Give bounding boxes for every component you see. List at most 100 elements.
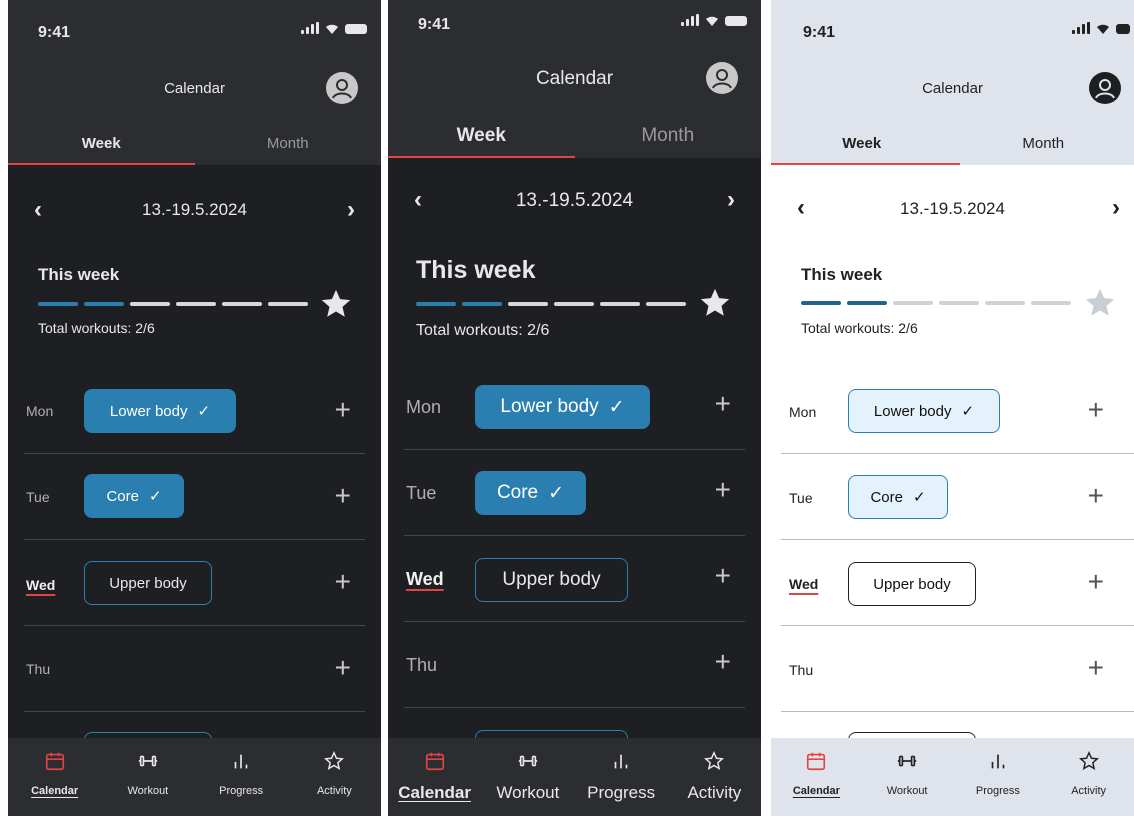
star-icon (698, 286, 732, 320)
day-label: Mon (789, 404, 817, 420)
progress-segment-empty (508, 302, 548, 306)
add-workout-button[interactable]: + (1088, 566, 1104, 598)
tab-week[interactable]: Week (8, 133, 195, 165)
progress-segment-complete (847, 301, 887, 305)
bar-chart-icon (987, 750, 1009, 777)
nav-item-activity[interactable]: Activity (288, 738, 381, 816)
add-workout-button[interactable]: + (715, 388, 731, 420)
workout-button-core[interactable]: Core ✓ (848, 475, 948, 519)
tab-bar: Week Month (8, 133, 381, 165)
nav-item-workout[interactable]: Workout (101, 738, 194, 816)
workout-button-upper-body[interactable]: Upper body (475, 558, 628, 602)
add-workout-button[interactable]: + (715, 474, 731, 506)
day-row-thu: Thu + (771, 626, 1134, 712)
tab-month[interactable]: Month (195, 133, 382, 165)
workout-button-lower-body[interactable]: Lower body ✓ (848, 389, 1000, 433)
progress-segment-empty (176, 302, 216, 306)
signal-icon (681, 14, 699, 26)
calendar-icon (805, 750, 827, 777)
add-workout-button[interactable]: + (715, 560, 731, 592)
add-workout-button[interactable]: + (335, 480, 351, 512)
progress-segment-empty (600, 302, 640, 306)
check-icon: ✓ (548, 482, 565, 504)
top-bar: 9:41 Calendar Week Month (8, 0, 381, 165)
chevron-right-icon[interactable]: › (347, 196, 355, 224)
progress-segment-empty (893, 301, 933, 305)
nav-item-calendar[interactable]: Calendar (8, 738, 101, 816)
nav-item-progress[interactable]: Progress (195, 738, 288, 816)
add-workout-button[interactable]: + (335, 394, 351, 426)
nav-item-calendar[interactable]: Calendar (771, 738, 862, 816)
workout-button-lower-body[interactable]: Lower body ✓ (84, 389, 236, 433)
workout-button-core[interactable]: Core ✓ (84, 474, 184, 518)
add-workout-button[interactable]: + (335, 566, 351, 598)
user-avatar-icon[interactable] (1089, 72, 1121, 104)
this-week-heading: This week (801, 265, 883, 284)
nav-label: Workout (496, 783, 560, 802)
tab-month[interactable]: Month (575, 124, 762, 158)
nav-label: Workout (127, 785, 169, 797)
top-bar: 9:41 Calendar Week Month (771, 0, 1134, 165)
workout-button-core[interactable]: Core ✓ (475, 471, 586, 515)
day-row-mon: Mon Lower body ✓ + (388, 364, 761, 450)
week-range: 13.-19.5.2024 (900, 199, 1005, 218)
nav-item-activity[interactable]: Activity (1043, 738, 1134, 816)
day-row-tue: Tue Core ✓ + (8, 454, 381, 540)
weekly-progress (416, 302, 686, 306)
workout-button-lower-body[interactable]: Lower body ✓ (475, 385, 650, 429)
tab-month[interactable]: Month (953, 133, 1134, 165)
tab-week[interactable]: Week (771, 133, 953, 165)
status-icons (301, 22, 367, 34)
dumbbell-icon (517, 750, 539, 777)
nav-item-progress[interactable]: Progress (953, 738, 1044, 816)
add-workout-button[interactable]: + (335, 652, 351, 684)
add-workout-button[interactable]: + (1088, 652, 1104, 684)
chevron-right-icon[interactable]: › (727, 186, 735, 214)
this-week-heading: This week (38, 265, 120, 284)
wifi-icon (1096, 22, 1110, 34)
add-workout-button[interactable]: + (1088, 480, 1104, 512)
progress-segment-empty (130, 302, 170, 306)
day-label: Mon (406, 397, 442, 417)
day-label-today: Wed (406, 569, 444, 589)
wifi-icon (325, 22, 339, 34)
battery-icon (725, 16, 747, 26)
dumbbell-icon (137, 750, 159, 777)
workout-name: Upper body (109, 574, 187, 592)
user-avatar-icon[interactable] (706, 62, 738, 94)
wifi-icon (705, 14, 719, 26)
workout-name: Core (496, 482, 539, 503)
nav-item-activity[interactable]: Activity (668, 738, 761, 816)
user-avatar-icon[interactable] (326, 72, 358, 104)
day-row-wed: Wed Upper body + (8, 540, 381, 626)
workout-name: Lower body (109, 402, 188, 420)
nav-label: Calendar (398, 783, 471, 802)
bottom-nav: Calendar Workout Progress Activity (388, 738, 761, 816)
workout-button-upper-body[interactable]: Upper body (848, 562, 976, 606)
weekly-progress (38, 302, 308, 306)
nav-label: Activity (1071, 785, 1107, 797)
add-workout-button[interactable]: + (1088, 394, 1104, 426)
active-tab-indicator (8, 163, 195, 165)
add-workout-button[interactable]: + (715, 646, 731, 678)
bottom-nav: Calendar Workout Progress Activity (771, 738, 1134, 816)
nav-item-calendar[interactable]: Calendar (388, 738, 481, 816)
day-row-thu: Thu + (388, 622, 761, 708)
check-icon: ✓ (197, 403, 211, 420)
day-label-today: Wed (26, 577, 56, 593)
nav-item-workout[interactable]: Workout (862, 738, 953, 816)
tab-bar: Week Month (771, 133, 1134, 165)
nav-item-progress[interactable]: Progress (575, 738, 668, 816)
workout-name: Upper body (873, 575, 951, 593)
progress-segment-empty (939, 301, 979, 305)
signal-icon (1072, 22, 1090, 34)
chevron-right-icon[interactable]: › (1112, 194, 1120, 222)
status-icons (681, 14, 747, 26)
workout-name: Core (870, 488, 903, 506)
signal-icon (301, 22, 319, 34)
tab-week[interactable]: Week (388, 124, 575, 158)
day-row-tue: Tue Core ✓ + (388, 450, 761, 536)
day-row-thu: Thu + (8, 626, 381, 712)
nav-item-workout[interactable]: Workout (481, 738, 574, 816)
workout-button-upper-body[interactable]: Upper body (84, 561, 212, 605)
